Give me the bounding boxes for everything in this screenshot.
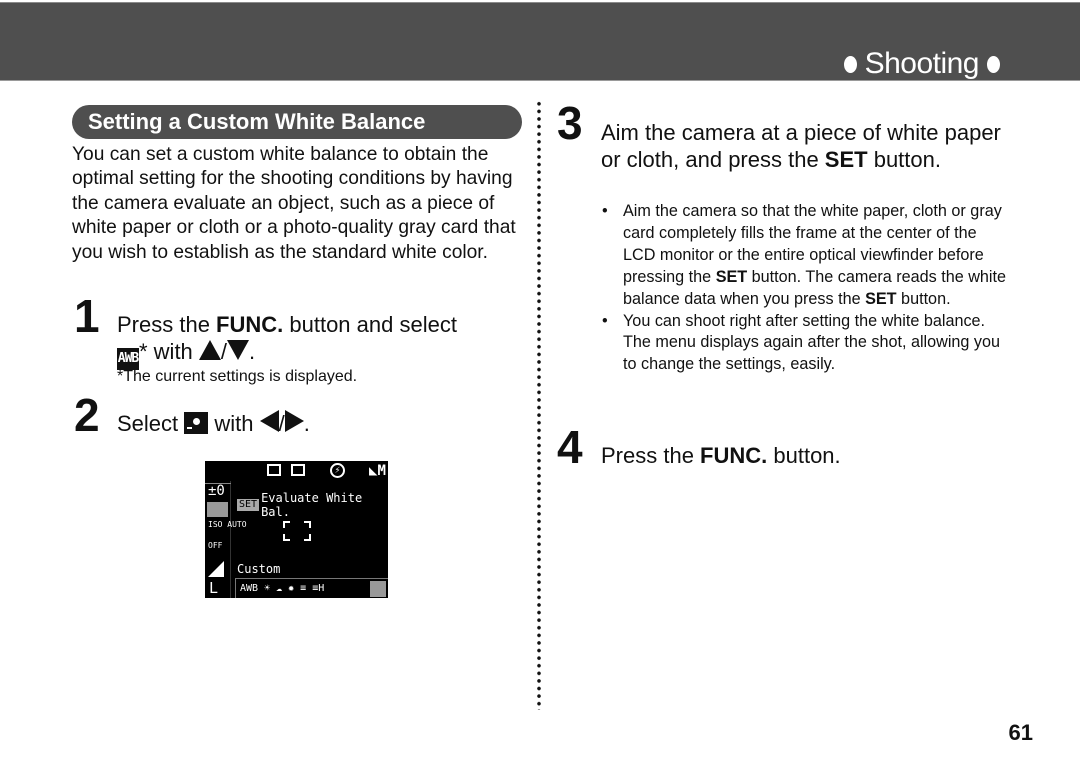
set-instruction-text: Evaluate White Bal.: [261, 491, 363, 519]
column-divider: [537, 100, 541, 710]
step-3-bullets: Aim the camera so that the white paper, …: [600, 201, 1010, 376]
func-button-label: FUNC.: [700, 443, 768, 468]
wb-daylight-icon: ☀: [264, 583, 271, 594]
bullet-text: You can shoot right after setting the wh…: [623, 311, 1001, 374]
step-1-text: Press the FUNC. button and select AWB* w…: [117, 311, 517, 370]
wb-tungsten-icon: ✹: [288, 583, 295, 594]
custom-white-balance-icon: [184, 412, 216, 434]
frame-solid-icon: [291, 464, 305, 476]
step-text-part: with: [208, 411, 260, 436]
step-text-part: Select: [117, 411, 185, 436]
step-text-part: Press the: [117, 312, 217, 337]
lcd-set-instruction: SET Evaluate White Bal.: [237, 491, 388, 519]
lcd-frame-icons: [267, 464, 305, 476]
wb-options-strip: AWB ☀ ☁ ✹ ≡ ≡H: [235, 578, 388, 598]
intro-paragraph: You can set a custom white balance to ob…: [72, 144, 516, 263]
current-wb-label: Custom: [237, 562, 281, 576]
bullet-text: button.: [896, 289, 951, 308]
step-text-part: * with: [139, 339, 199, 364]
size-icon: L: [209, 579, 219, 597]
bullet-item: Aim the camera so that the white paper, …: [600, 201, 1010, 311]
af-frame-icon: [283, 521, 311, 541]
step-text-part: button and select: [283, 312, 457, 337]
step-text-part: button.: [767, 443, 841, 468]
right-arrow-icon: [284, 410, 304, 432]
set-button-label: SET: [865, 289, 897, 308]
bullet-item: You can shoot right after setting the wh…: [600, 311, 1010, 377]
quality-icon: [208, 561, 224, 577]
wb-custom-selected-icon: [370, 580, 386, 597]
effect-off-icon: OFF: [208, 541, 223, 550]
step-number: 4: [557, 421, 583, 473]
left-arrow-icon: [259, 410, 279, 432]
step-number: 3: [557, 97, 583, 149]
wb-fluorescent-icon: ≡: [300, 583, 307, 594]
lcd-screen-illustration: ⚡ ◣M ±0 ISO AUTO OFF L SET Evaluate Whit…: [205, 461, 388, 598]
mode-label: M: [377, 463, 386, 479]
step-text-part: button.: [867, 147, 941, 172]
step-text-part: Press the: [601, 443, 701, 468]
wb-cloudy-icon: ☁: [276, 583, 283, 594]
step-number: 1: [74, 290, 100, 342]
func-button-label: FUNC.: [216, 312, 284, 337]
frame-dashed-icon: [267, 464, 281, 476]
set-button-label: SET: [824, 147, 868, 172]
iso-icon: ISO AUTO: [208, 520, 247, 529]
step-number: 2: [74, 389, 100, 441]
step-text-part: .: [303, 411, 310, 436]
section-title: Shooting: [843, 47, 1000, 81]
down-arrow-icon: [227, 340, 250, 360]
set-button-label: SET: [715, 267, 748, 286]
exposure-value: ±0: [208, 483, 225, 499]
up-arrow-icon: [198, 340, 221, 360]
step-text-part: .: [249, 339, 256, 364]
bullet-dot-icon: [843, 55, 857, 73]
flash-off-icon: ⚡: [330, 463, 345, 478]
top-bar: Shooting: [0, 2, 1080, 81]
page-number: 61: [1008, 720, 1033, 745]
section-heading: Setting a Custom White Balance: [72, 105, 522, 139]
bullet-dot-icon: [987, 55, 1000, 73]
step-2-text: Select with /.: [117, 410, 310, 437]
section-title-text: Shooting: [864, 47, 980, 80]
wb-fluorescent-h-icon: ≡H: [312, 583, 325, 594]
step-4-text: Press the FUNC. button.: [601, 442, 841, 469]
wb-auto-icon: AWB: [240, 583, 259, 594]
white-balance-menu-icon: [207, 502, 228, 517]
step-3-text: Aim the camera at a piece of white paper…: [601, 119, 1001, 173]
camera-mode-icon: ◣M: [369, 463, 386, 479]
set-tag: SET: [237, 499, 260, 511]
step-1-note: *The current settings is displayed.: [117, 368, 358, 385]
